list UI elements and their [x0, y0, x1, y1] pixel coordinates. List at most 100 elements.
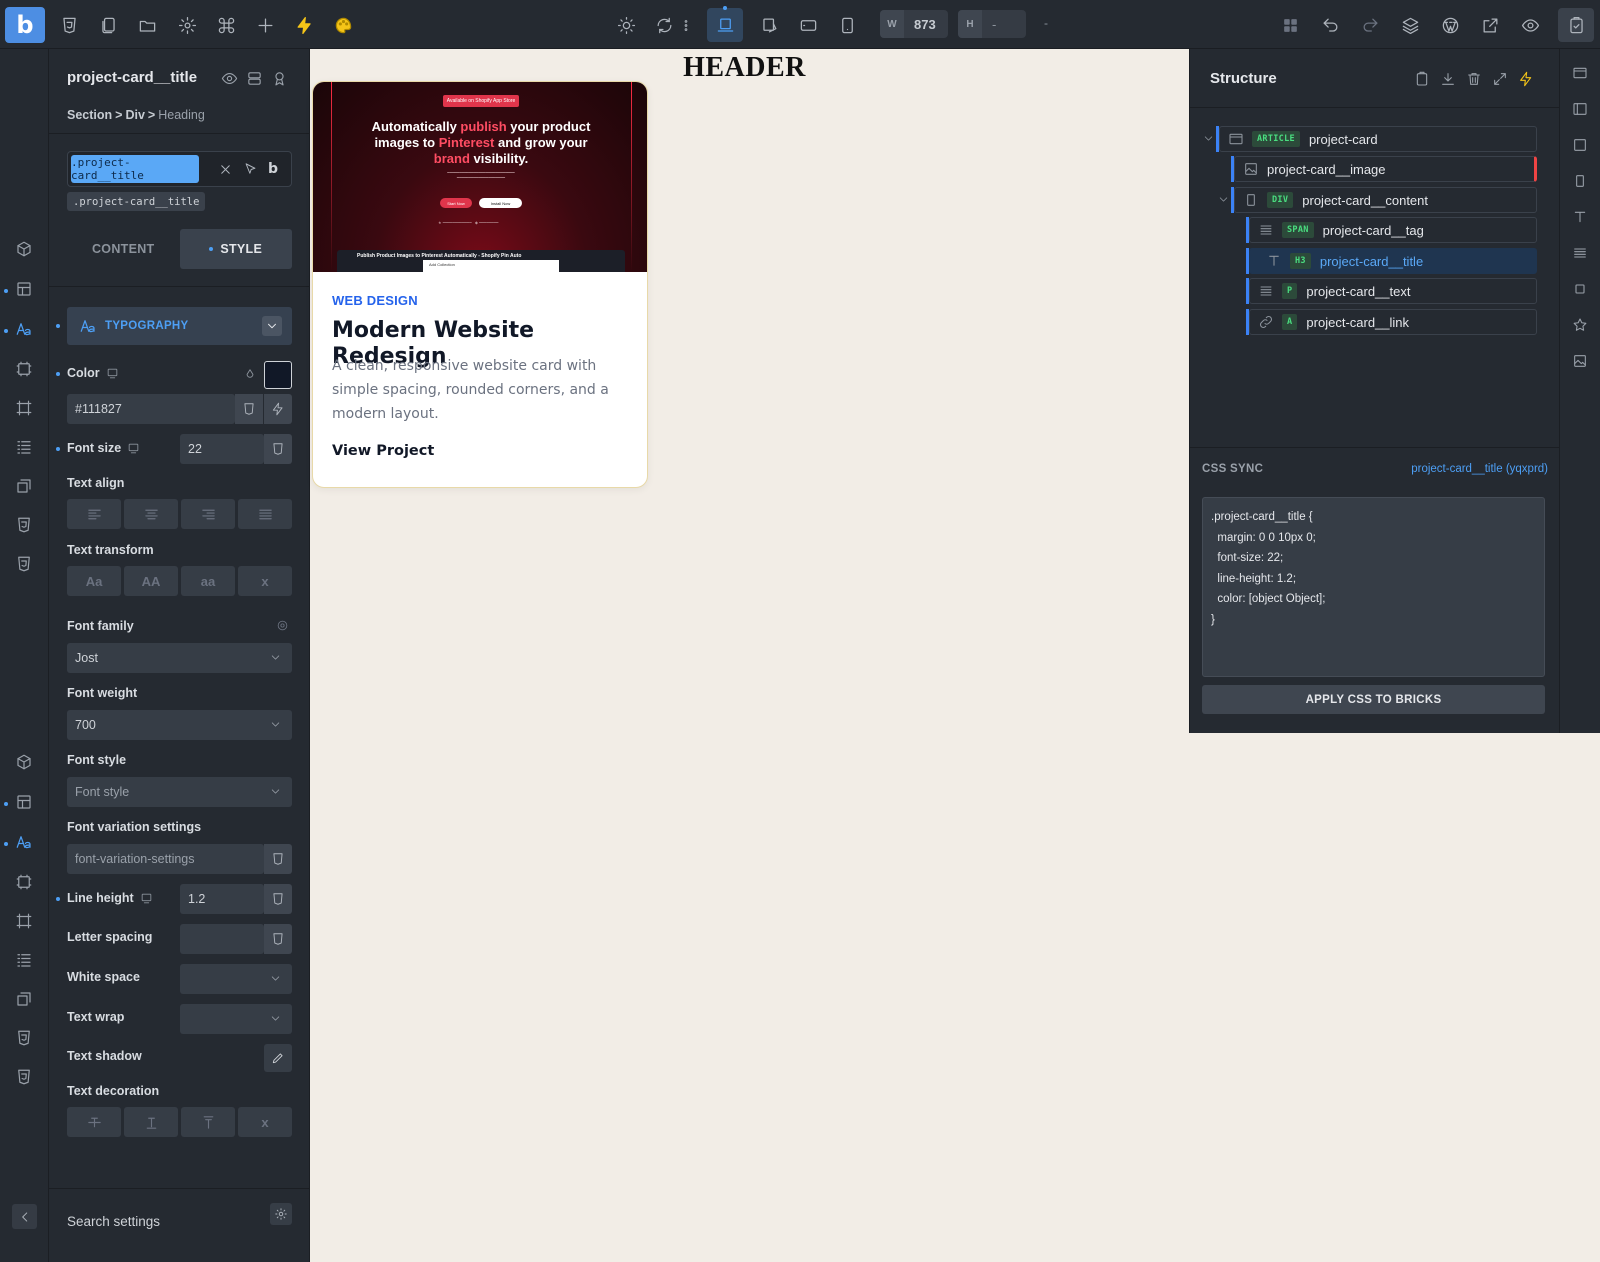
font-weight-select[interactable]: 700: [67, 710, 292, 740]
layout-icon-2[interactable]: [15, 793, 35, 813]
tree-item-project-card-title[interactable]: H3 project-card__title: [1249, 248, 1537, 274]
css-alt-icon[interactable]: [15, 555, 35, 575]
tablet-landscape-icon[interactable]: [795, 12, 821, 38]
css-icon-2[interactable]: [15, 1029, 35, 1049]
align-right-icon[interactable]: [181, 499, 235, 529]
preview-icon[interactable]: [1517, 12, 1543, 38]
width-field[interactable]: W 873: [880, 10, 948, 38]
database-icon[interactable]: [246, 70, 263, 87]
button-icon[interactable]: [1572, 281, 1590, 299]
typography-icon-2[interactable]: [15, 833, 35, 853]
bricks-class-icon[interactable]: b: [268, 161, 278, 177]
font-size-input[interactable]: 22: [180, 434, 264, 464]
refresh-icon[interactable]: [651, 12, 677, 38]
tree-item-project-card-content[interactable]: DIV project-card__content: [1234, 187, 1537, 213]
builder-canvas[interactable]: HEADER Available on Shopify App Store Au…: [311, 49, 1178, 733]
block-icon[interactable]: [1572, 137, 1590, 155]
canvas-header[interactable]: HEADER: [311, 49, 1178, 83]
save-icon[interactable]: [1558, 8, 1594, 42]
pages-icon[interactable]: [95, 12, 121, 38]
command-icon[interactable]: [213, 12, 239, 38]
layers-icon[interactable]: [1397, 12, 1423, 38]
class-chip[interactable]: .project-card__title: [71, 155, 199, 183]
decoration-none[interactable]: x: [238, 1107, 292, 1137]
templates-icon[interactable]: [56, 12, 82, 38]
class-selector[interactable]: .project-card__title b: [67, 151, 292, 187]
star-icon[interactable]: [1572, 317, 1590, 335]
breadcrumb-section[interactable]: Section: [67, 108, 112, 122]
laptop-icon[interactable]: [756, 12, 782, 38]
user-lock-icon[interactable]: [271, 70, 288, 87]
desktop-icon[interactable]: [707, 6, 743, 42]
font-style-select[interactable]: Font style: [67, 777, 292, 807]
gear-icon[interactable]: [276, 619, 289, 632]
sun-icon[interactable]: [613, 12, 639, 38]
tablet-portrait-icon[interactable]: [834, 12, 860, 38]
color-input[interactable]: #111827: [67, 394, 235, 424]
grid-icon[interactable]: [1277, 12, 1303, 38]
heading-icon[interactable]: [1572, 209, 1590, 227]
collapse-panel-button[interactable]: [12, 1204, 37, 1229]
cursor-icon[interactable]: [243, 162, 258, 177]
tree-item-project-card-image[interactable]: project-card__image: [1234, 156, 1537, 182]
wordpress-icon[interactable]: [1437, 12, 1463, 38]
tree-item-project-card-link[interactable]: A project-card__link: [1249, 309, 1537, 335]
typography-icon[interactable]: [15, 320, 35, 340]
tab-content[interactable]: CONTENT: [67, 229, 180, 269]
css-alt-icon-2[interactable]: [15, 1068, 35, 1088]
tree-item-project-card-text[interactable]: P project-card__text: [1249, 278, 1537, 304]
css-var-icon[interactable]: [264, 924, 292, 954]
cube-icon[interactable]: [15, 240, 35, 260]
tree-item-project-card-tag[interactable]: SPAN project-card__tag: [1249, 217, 1537, 243]
section-icon[interactable]: [1572, 65, 1590, 83]
eye-icon[interactable]: [221, 70, 238, 87]
white-space-select[interactable]: [180, 964, 292, 994]
folder-icon[interactable]: [134, 12, 160, 38]
border-icon-2[interactable]: [15, 912, 35, 932]
css-var-icon[interactable]: [264, 884, 292, 914]
transform-uppercase[interactable]: AA: [124, 566, 178, 596]
transform-icon-2[interactable]: [15, 990, 35, 1010]
lightning-icon-color[interactable]: [264, 394, 292, 424]
project-card-tag[interactable]: WEB DESIGN: [332, 293, 418, 308]
div-icon[interactable]: [1572, 173, 1590, 191]
trash-icon[interactable]: [1466, 71, 1482, 87]
gear-icon[interactable]: [270, 1203, 292, 1225]
expand-icon[interactable]: [1492, 71, 1508, 87]
gradient-icon[interactable]: [15, 438, 35, 458]
css-icon[interactable]: [15, 516, 35, 536]
undo-icon[interactable]: [1317, 12, 1343, 38]
transform-none[interactable]: x: [238, 566, 292, 596]
breadcrumb-div[interactable]: Div: [125, 108, 144, 122]
project-card-image[interactable]: Available on Shopify App Store Automatic…: [313, 82, 647, 272]
project-card-link[interactable]: View Project: [332, 443, 434, 459]
transform-lowercase[interactable]: aa: [181, 566, 235, 596]
overline-icon[interactable]: [181, 1107, 235, 1137]
add-icon[interactable]: [252, 12, 278, 38]
edit-icon[interactable]: [264, 1044, 292, 1072]
image-icon[interactable]: [1572, 353, 1590, 371]
text-wrap-select[interactable]: [180, 1004, 292, 1034]
background-icon-2[interactable]: [15, 873, 35, 893]
chevron-down-icon[interactable]: [1217, 193, 1230, 206]
lightning-icon[interactable]: [1518, 71, 1534, 87]
apply-css-button[interactable]: APPLY CSS TO BRICKS: [1202, 685, 1545, 714]
cube-icon-2[interactable]: [15, 753, 35, 773]
strikethrough-icon[interactable]: [67, 1107, 121, 1137]
font-variation-input[interactable]: font-variation-settings: [67, 844, 264, 874]
line-height-input[interactable]: 1.2: [180, 884, 264, 914]
tree-item-project-card[interactable]: ARTICLE project-card: [1219, 126, 1537, 152]
palette-icon[interactable]: [330, 12, 356, 38]
css-code-editor[interactable]: .project-card__title { margin: 0 0 10px …: [1202, 497, 1545, 677]
more-icon[interactable]: [679, 12, 693, 38]
background-icon[interactable]: [15, 360, 35, 380]
transform-icon[interactable]: [15, 477, 35, 497]
css-var-icon[interactable]: [264, 844, 292, 874]
align-center-icon[interactable]: [124, 499, 178, 529]
project-card-text[interactable]: A clean, responsive website card with si…: [332, 354, 632, 426]
css-var-icon[interactable]: [235, 394, 263, 424]
lightning-icon[interactable]: [291, 12, 317, 38]
settings-icon[interactable]: [174, 12, 200, 38]
chevron-down-icon[interactable]: [1202, 132, 1215, 145]
bricks-logo[interactable]: b: [5, 7, 45, 43]
